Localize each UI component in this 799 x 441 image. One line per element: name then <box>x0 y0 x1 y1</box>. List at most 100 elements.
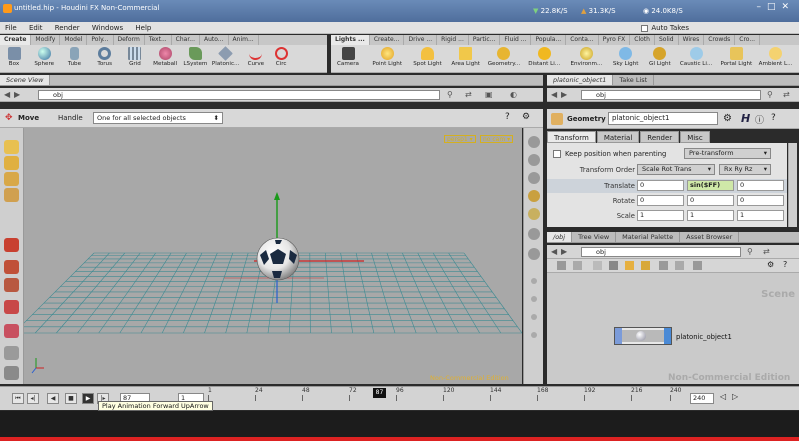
view-tool-icon[interactable] <box>4 172 19 186</box>
select-tool-icon[interactable] <box>4 140 19 154</box>
net-forward-arrow-icon[interactable]: ▶ <box>561 247 567 257</box>
rotate-y-field[interactable]: 0 <box>687 195 734 206</box>
scene-viewport[interactable] <box>24 128 522 384</box>
menu-edit[interactable]: Edit <box>24 22 48 34</box>
keep-position-checkbox[interactable] <box>553 150 561 158</box>
tool-point-light[interactable]: Point Light <box>367 46 407 68</box>
net-tool-icon-2[interactable] <box>573 261 582 270</box>
net-link-icon[interactable]: ⇄ <box>763 247 770 257</box>
tool-portal-light[interactable]: Portal Light <box>717 46 755 68</box>
node-name-field[interactable]: platonic_object1 <box>608 112 718 125</box>
shelf-tab-rigid[interactable]: Rigid ... <box>437 35 469 45</box>
tab-tree-view[interactable]: Tree View <box>572 232 617 242</box>
tab-render[interactable]: Render <box>640 131 680 143</box>
step-back-icon[interactable]: ◂| <box>27 393 39 404</box>
tool-ambient-light[interactable]: Ambient L... <box>758 46 794 68</box>
tool-circle[interactable]: Circ <box>272 46 290 68</box>
tool-platonic[interactable]: Platonic... <box>212 46 240 68</box>
tool-distant-light[interactable]: Distant Li... <box>524 46 564 68</box>
shelf-tab-pyrofx[interactable]: Pyro FX <box>599 35 631 45</box>
maximize-icon[interactable]: □ <box>767 2 782 12</box>
scale-tool-icon[interactable] <box>4 278 19 292</box>
menu-help[interactable]: Help <box>130 22 156 34</box>
scene-path-field[interactable]: obj <box>38 90 440 100</box>
key-prev-icon[interactable]: ◁ <box>720 392 726 401</box>
network-node-platonic[interactable] <box>614 327 672 345</box>
translate-x-field[interactable]: 0 <box>637 180 684 191</box>
param-forward-arrow-icon[interactable]: ▶ <box>561 90 567 100</box>
tool-curve[interactable]: Curve <box>242 46 270 68</box>
tab-take-list[interactable]: Take List <box>613 75 655 85</box>
prim-numbers-icon[interactable] <box>531 296 537 302</box>
rotate-tool-icon[interactable] <box>4 260 19 274</box>
tool-camera[interactable]: Camera <box>331 46 365 68</box>
menu-windows[interactable]: Windows <box>87 22 128 34</box>
net-settings-icon[interactable]: ⚙ <box>767 260 774 269</box>
scale-z-field[interactable]: 1 <box>737 210 784 221</box>
net-tool-icon-3[interactable] <box>593 261 602 270</box>
tool-sky-light[interactable]: Sky Light <box>609 46 643 68</box>
view-cube-icon[interactable]: ▣ <box>485 90 493 100</box>
scale-y-field[interactable]: 1 <box>687 210 734 221</box>
stop-icon[interactable]: ■ <box>65 393 77 404</box>
shelf-tab-solid[interactable]: Solid <box>655 35 679 45</box>
tab-misc[interactable]: Misc <box>680 131 710 143</box>
net-tool-icon-5[interactable] <box>625 261 634 270</box>
shelf-tab-text[interactable]: Text... <box>145 35 172 45</box>
settings-icon[interactable]: ⚙ <box>522 112 530 122</box>
ghost-toggle-icon[interactable] <box>528 172 540 184</box>
param-path-field[interactable]: obj <box>581 90 761 100</box>
network-view[interactable]: ⚙ ? <box>547 259 799 384</box>
selection-mode-dropdown[interactable]: One for all selected objects ⬍ <box>93 112 223 124</box>
net-help-icon[interactable]: ? <box>783 260 787 269</box>
menu-render[interactable]: Render <box>50 22 85 34</box>
gear-icon[interactable]: ⚙ <box>723 113 732 124</box>
shelf-tab-lights[interactable]: Lights ... <box>331 35 370 45</box>
vertex-numbers-icon[interactable] <box>531 332 537 338</box>
select-pose-icon[interactable] <box>4 156 19 170</box>
camera-tool-icon[interactable] <box>4 366 19 380</box>
play-forward-button[interactable]: ▶ <box>82 393 94 404</box>
help-h-icon[interactable]: H <box>741 112 750 125</box>
lighting-toggle-icon[interactable] <box>528 154 540 166</box>
tool-grid[interactable]: Grid <box>121 46 149 68</box>
question-icon[interactable]: ? <box>771 113 776 123</box>
tab-transform[interactable]: Transform <box>547 131 596 143</box>
tab-material[interactable]: Material <box>596 131 640 143</box>
no-cam-menu[interactable]: no cam ▾ <box>480 135 514 143</box>
shelf-tab-populate[interactable]: Popula... <box>531 35 567 45</box>
param-scrollbar[interactable] <box>788 143 797 227</box>
net-pin-icon[interactable]: ⚲ <box>747 247 753 257</box>
shelf-tab-model[interactable]: Model <box>60 35 88 45</box>
tab-platonic-object1[interactable]: platonic_object1 <box>547 75 614 85</box>
tool-torus[interactable]: Torus <box>91 46 119 68</box>
shelf-tab-modify[interactable]: Modify <box>31 35 61 45</box>
minimize-icon[interactable]: – <box>756 2 767 12</box>
shelf-tab-fluid[interactable]: Fluid ... <box>500 35 532 45</box>
shelf-tab-particles[interactable]: Partic... <box>469 35 501 45</box>
shading-mode-icon[interactable] <box>528 208 540 220</box>
tool-box[interactable]: Box <box>0 46 28 68</box>
tool-sphere[interactable]: Sphere <box>30 46 58 68</box>
param-back-arrow-icon[interactable]: ◀ <box>551 90 557 100</box>
normals-toggle-icon[interactable] <box>531 278 537 284</box>
point-numbers-icon[interactable] <box>531 314 537 320</box>
handle-tool-icon[interactable] <box>4 188 19 202</box>
tool-environment-light[interactable]: Environm... <box>566 46 606 68</box>
key-next-icon[interactable]: ▷ <box>732 392 738 401</box>
tab-obj-network[interactable]: /obj <box>547 232 573 242</box>
translate-y-field[interactable]: sin($FF) <box>687 180 734 191</box>
tool-metaball[interactable]: Metaball <box>151 46 179 68</box>
net-tool-icon-4[interactable] <box>609 261 618 270</box>
rotate-order-dropdown[interactable]: Rx Ry Rz ▾ <box>719 164 771 175</box>
help-icon[interactable]: ? <box>505 112 510 122</box>
render-region-icon[interactable] <box>4 346 19 360</box>
shelf-tab-char[interactable]: Char... <box>172 35 200 45</box>
net-tool-icon-7[interactable] <box>659 261 668 270</box>
keep-position-dropdown[interactable]: Pre-transform ▾ <box>684 148 771 159</box>
snap-tool-icon[interactable] <box>4 324 19 338</box>
transform-order-dropdown[interactable]: Scale Rot Trans ▾ <box>637 164 715 175</box>
tab-scene-view[interactable]: Scene View <box>0 75 51 85</box>
shelf-tab-poly[interactable]: Poly... <box>87 35 114 45</box>
link-icon[interactable]: ⇄ <box>465 90 472 100</box>
